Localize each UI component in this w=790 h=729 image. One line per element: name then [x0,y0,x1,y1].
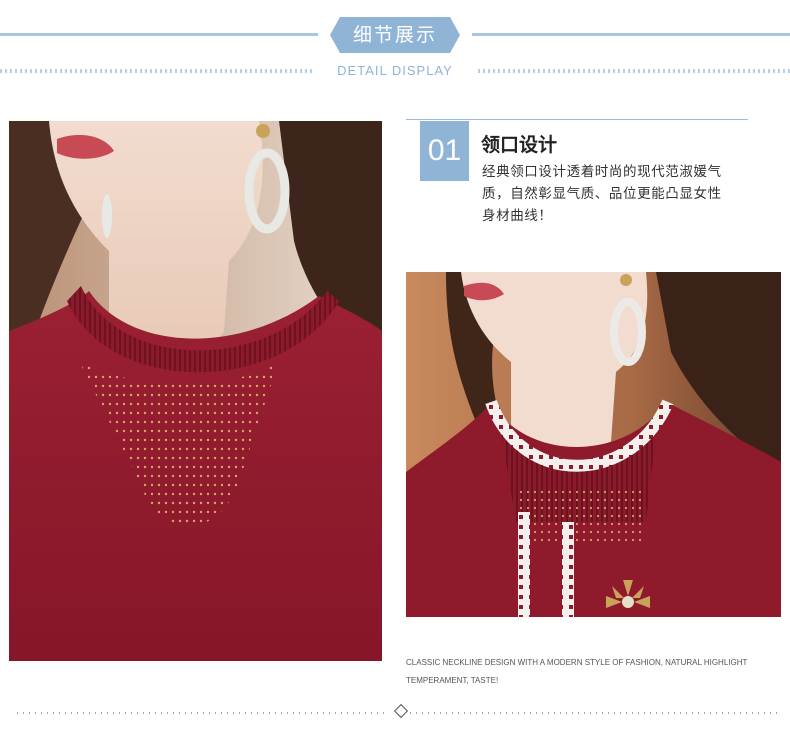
header-dots-right [478,69,790,73]
header-line-right [472,33,790,36]
section-subtitle: DETAIL DISPLAY [337,63,453,78]
secondary-product-photo [406,272,781,617]
feature-title: 领口设计 [481,134,558,156]
footer-dots-left [17,712,389,714]
feature-number: 01 [420,121,469,181]
header-line-left [0,33,318,36]
header-dots-left [0,69,312,73]
english-description: CLASSIC NECKLINE DESIGN WITH A MODERN ST… [406,658,748,685]
header-badge: 细节展示 [330,17,460,53]
section-title: 细节展示 [352,24,437,46]
footer-dots-right [410,712,782,714]
main-product-photo [9,121,382,661]
feature-divider [406,119,748,120]
diamond-icon [393,703,409,719]
feature-description: 经典领口设计透着时尚的现代范淑媛气质，自然彰显气质、品位更能凸显女性身材曲线！ [482,164,722,224]
